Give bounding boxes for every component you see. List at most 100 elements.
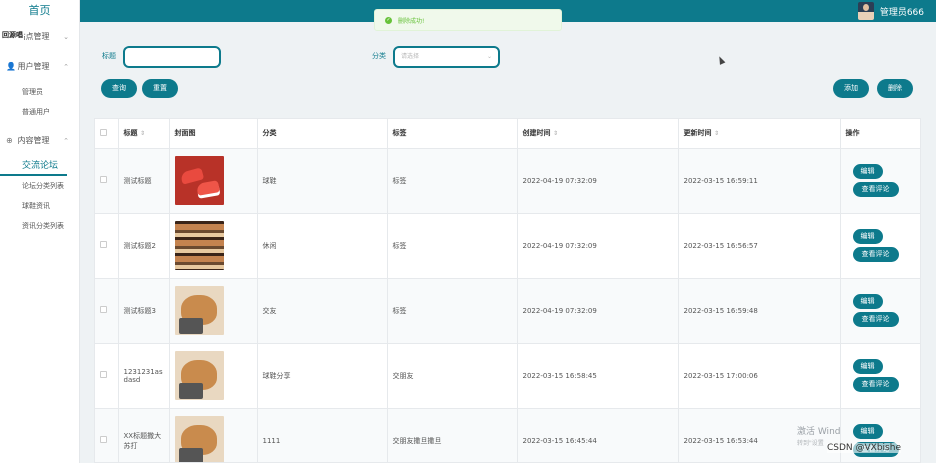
column-header-cover: 封面图 xyxy=(169,119,258,149)
content-icon: ⊕ xyxy=(6,136,13,145)
actions-cell: 编辑 查看评论 xyxy=(840,408,920,462)
windows-activation-subtext: 转到"设置 xyxy=(797,440,824,447)
cover-image[interactable] xyxy=(174,351,224,400)
updated-cell: 2022-03-15 17:00:06 xyxy=(678,343,841,409)
updated-cell: 2022-03-15 16:59:11 xyxy=(678,148,841,214)
column-header-actions: 操作 xyxy=(840,119,920,149)
edit-button[interactable]: 编辑 xyxy=(852,359,883,374)
table-row: 测试标题3 交友 标签 2022-04-19 07:32:09 2022-03-… xyxy=(95,278,920,344)
admin-name: 管理员666 xyxy=(879,7,924,18)
select-all-cell xyxy=(95,119,119,149)
category-cell: 球鞋 xyxy=(257,148,388,214)
view-comments-button[interactable]: 查看评论 xyxy=(852,312,899,327)
tag-cell: 标签 xyxy=(387,213,518,279)
category-cell: 1111 xyxy=(257,408,388,462)
title-search-input[interactable] xyxy=(123,46,221,68)
overlay-label: 回源唱 xyxy=(1,31,24,40)
title-cell: 1231231asdasd xyxy=(118,343,170,409)
actions-cell: 编辑 查看评论 xyxy=(840,213,920,279)
sort-icon: ⇕ xyxy=(139,130,145,138)
row-checkbox[interactable] xyxy=(100,241,107,248)
cover-image[interactable] xyxy=(174,156,224,205)
category-cell: 休闲 xyxy=(257,213,388,279)
select-all-checkbox[interactable] xyxy=(100,128,107,136)
sidebar-item-admins[interactable]: 管理员 xyxy=(0,82,79,102)
app-root: 首页 ⚙ 站点管理 ⌄ 👤 用户管理 ⌃ 管理员 普通用户 ⊕ 内容管理 ⌃ 交… xyxy=(0,0,936,463)
sidebar-item-users[interactable]: 普通用户 xyxy=(0,102,79,122)
cover-image[interactable] xyxy=(174,416,224,462)
sidebar-item-sneaker-news[interactable]: 球鞋资讯 xyxy=(0,196,79,216)
sidebar-item-news-categories[interactable]: 资讯分类列表 xyxy=(0,216,79,236)
row-select-cell xyxy=(95,213,119,279)
actions-cell: 编辑 查看评论 xyxy=(840,278,920,344)
cover-cell xyxy=(169,343,258,409)
column-header-updated[interactable]: 更新时间 ⇕ xyxy=(678,119,841,149)
column-header-category: 分类 xyxy=(257,119,388,149)
table-row: 测试标题2 休闲 标签 2022-04-19 07:32:09 2022-03-… xyxy=(95,213,920,279)
row-checkbox[interactable] xyxy=(100,371,107,378)
sidebar-item-forum[interactable]: 交流论坛 xyxy=(0,156,67,176)
toast-message: 删除成功! xyxy=(398,17,425,25)
sort-icon: ⇕ xyxy=(552,130,558,138)
row-checkbox[interactable] xyxy=(100,176,107,183)
title-cell: XX标题撒大苏打 xyxy=(118,408,170,462)
menu-group-label: 内容管理 xyxy=(17,136,50,145)
table-row: 1231231asdasd 球鞋分享 交朋友 2022-03-15 16:58:… xyxy=(95,343,920,409)
cover-image[interactable] xyxy=(174,286,224,335)
title-cell: 测试标题3 xyxy=(118,278,170,344)
user-icon: 👤 xyxy=(6,62,16,71)
view-comments-button[interactable]: 查看评论 xyxy=(852,377,899,392)
tag-cell: 交朋友 xyxy=(387,343,518,409)
title-cell: 测试标题2 xyxy=(118,213,170,279)
row-checkbox[interactable] xyxy=(100,436,107,443)
title-cell: 测试标题 xyxy=(118,148,170,214)
tag-cell: 标签 xyxy=(387,278,518,344)
avatar xyxy=(857,2,874,20)
row-select-cell xyxy=(95,278,119,344)
created-cell: 2022-03-15 16:58:45 xyxy=(517,343,679,409)
cover-cell xyxy=(169,408,258,462)
query-button[interactable]: 查询 xyxy=(101,79,137,98)
category-placeholder: 请选择 xyxy=(401,53,420,60)
actions-cell: 编辑 查看评论 xyxy=(840,148,920,214)
check-circle-icon: ✓ xyxy=(385,16,392,24)
edit-button[interactable]: 编辑 xyxy=(852,229,883,244)
sidebar: 首页 ⚙ 站点管理 ⌄ 👤 用户管理 ⌃ 管理员 普通用户 ⊕ 内容管理 ⌃ 交… xyxy=(0,0,80,463)
column-header-title[interactable]: 标题 ⇕ xyxy=(118,119,170,149)
column-header-tag: 标签 xyxy=(387,119,518,149)
cover-image[interactable] xyxy=(174,221,224,270)
tag-cell: 标签 xyxy=(387,148,518,214)
sidebar-item-forum-categories[interactable]: 论坛分类列表 xyxy=(0,176,79,196)
row-checkbox[interactable] xyxy=(100,306,107,313)
reset-button[interactable]: 重置 xyxy=(142,79,178,98)
updated-cell: 2022-03-15 16:59:48 xyxy=(678,278,841,344)
edit-button[interactable]: 编辑 xyxy=(852,294,883,309)
admin-menu[interactable]: 管理员666 xyxy=(857,0,924,22)
sort-icon: ⇕ xyxy=(713,130,719,138)
sidebar-home-link[interactable]: 首页 xyxy=(0,0,79,22)
windows-activation-watermark: 激活 Wind xyxy=(797,427,841,437)
column-header-created[interactable]: 创建时间 ⇕ xyxy=(517,119,679,149)
view-comments-button[interactable]: 查看评论 xyxy=(852,247,899,262)
edit-button[interactable]: 编辑 xyxy=(852,424,883,439)
row-select-cell xyxy=(95,408,119,462)
tag-cell: 交朋友撒旦撒旦 xyxy=(387,408,518,462)
delete-button[interactable]: 删除 xyxy=(877,79,913,98)
menu-group-content[interactable]: ⊕ 内容管理 ⌃ xyxy=(0,126,79,156)
category-select[interactable]: 请选择 ⌄ xyxy=(393,46,500,68)
row-select-cell xyxy=(95,148,119,214)
edit-button[interactable]: 编辑 xyxy=(852,164,883,179)
success-toast: ✓ 删除成功! xyxy=(374,9,562,31)
category-cell: 球鞋分享 xyxy=(257,343,388,409)
cover-cell xyxy=(169,148,258,214)
category-label: 分类 xyxy=(372,52,386,60)
created-cell: 2022-03-15 16:45:44 xyxy=(517,408,679,462)
cover-cell xyxy=(169,213,258,279)
chevron-up-icon: ⌃ xyxy=(63,137,69,145)
created-cell: 2022-04-19 07:32:09 xyxy=(517,278,679,344)
chevron-up-icon: ⌃ xyxy=(63,63,69,71)
chevron-down-icon: ⌄ xyxy=(63,33,69,41)
menu-group-users[interactable]: 👤 用户管理 ⌃ xyxy=(0,52,79,82)
add-button[interactable]: 添加 xyxy=(833,79,869,98)
view-comments-button[interactable]: 查看评论 xyxy=(852,182,899,197)
